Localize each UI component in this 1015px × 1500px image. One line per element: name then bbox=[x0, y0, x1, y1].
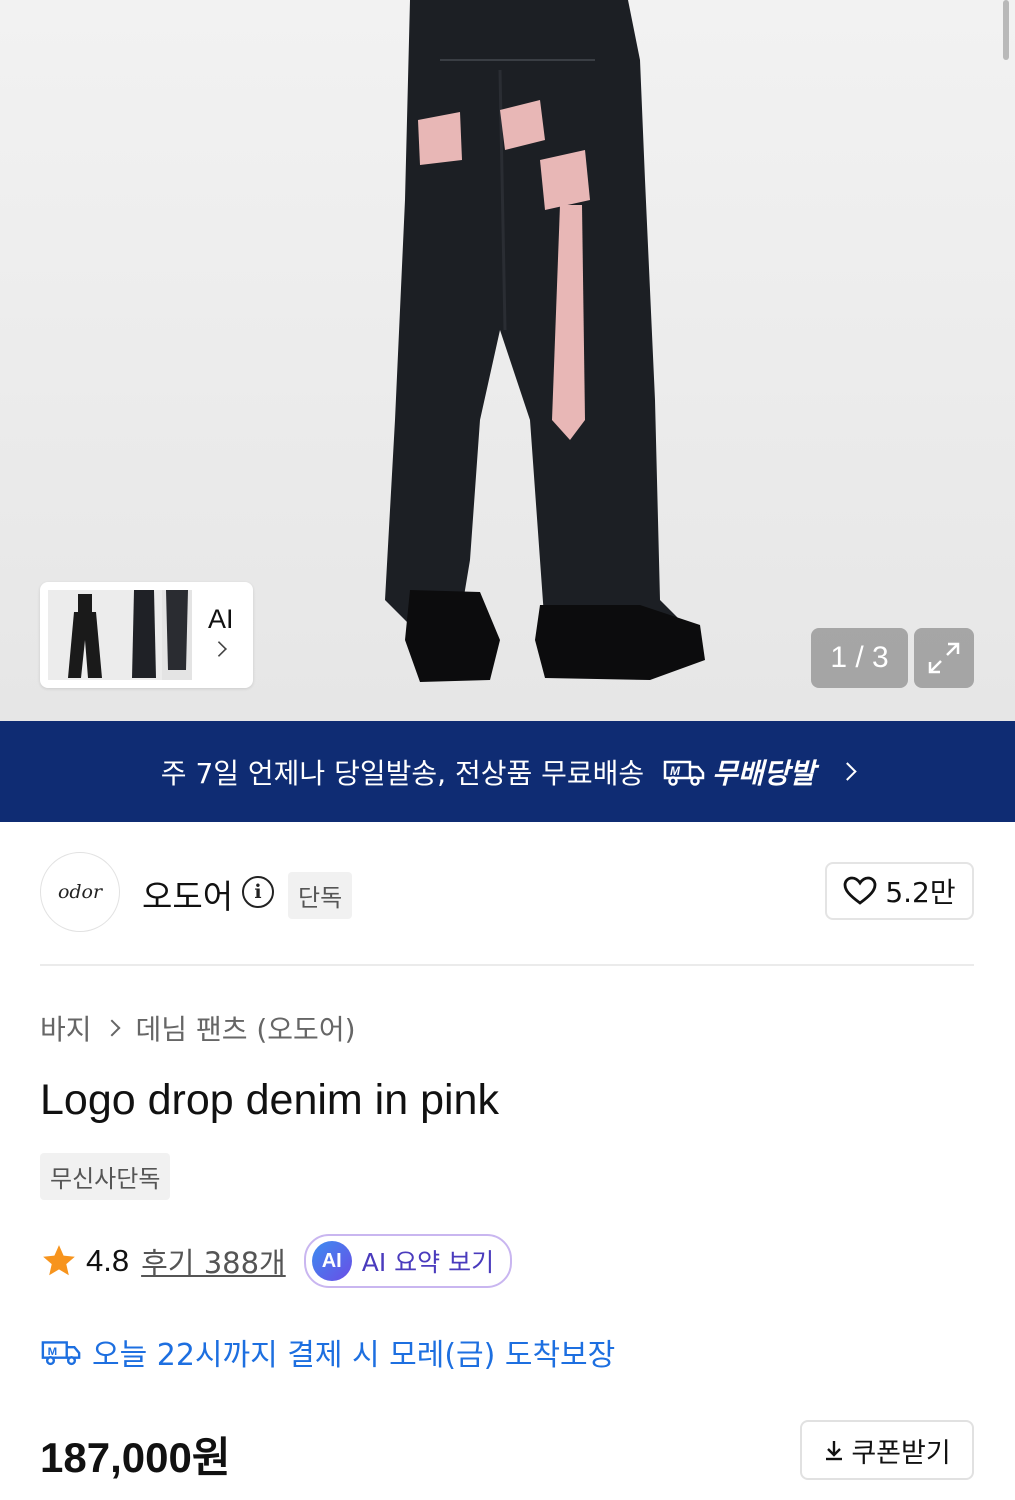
product-title: Logo drop denim in pink bbox=[40, 1076, 499, 1124]
ai-summary-label: AI 요약 보기 bbox=[361, 1248, 495, 1277]
delivery-truck-icon: M bbox=[663, 760, 705, 786]
coupon-label: 쿠폰받기 bbox=[851, 1437, 951, 1469]
breadcrumb-category[interactable]: 바지 bbox=[40, 1008, 92, 1048]
thumbnail-2[interactable] bbox=[126, 590, 162, 680]
image-counter: 1 / 3 bbox=[811, 628, 908, 688]
star-icon bbox=[43, 1245, 75, 1276]
svg-text:M: M bbox=[670, 764, 681, 778]
chevron-right-icon bbox=[838, 762, 857, 781]
musinsa-exclusive-badge: 무신사단독 bbox=[40, 1153, 171, 1200]
thumbnail-1[interactable] bbox=[48, 590, 128, 680]
ai-summary-button[interactable]: AI AI 요약 보기 bbox=[303, 1234, 513, 1288]
delivery-truck-icon: M bbox=[41, 1341, 81, 1366]
heart-icon bbox=[843, 876, 877, 905]
thumbnail-ai-label: AI bbox=[208, 604, 234, 634]
thumbnail-strip[interactable]: AI bbox=[40, 582, 253, 688]
coupon-button[interactable]: 쿠폰받기 bbox=[800, 1420, 974, 1480]
breadcrumb-subcategory[interactable]: 데님 팬츠 (오도어) bbox=[136, 1008, 356, 1048]
scrollbar[interactable] bbox=[1003, 0, 1009, 60]
product-image-gallery[interactable]: AI 1 / 3 bbox=[0, 0, 1015, 721]
brand-logo[interactable]: odor bbox=[40, 852, 120, 932]
free-shipping-badge: M 무배당발 bbox=[662, 752, 815, 792]
info-icon[interactable]: i bbox=[242, 876, 274, 908]
rating-score: 4.8 bbox=[86, 1243, 130, 1278]
rating-row: 4.8 후기 388개 AI AI 요약 보기 bbox=[40, 1234, 513, 1288]
chevron-right-icon[interactable] bbox=[211, 641, 227, 657]
delivery-guarantee: M 오늘 22시까지 결제 시 모레(금) 도착보장 bbox=[40, 1330, 615, 1374]
like-button[interactable]: 5.2만 bbox=[825, 862, 974, 920]
thumbnail-3[interactable] bbox=[162, 590, 192, 680]
expand-icon[interactable] bbox=[914, 628, 974, 688]
shipping-banner[interactable]: 주 7일 언제나 당일발송, 전상품 무료배송 M 무배당발 bbox=[0, 721, 1015, 822]
download-icon bbox=[826, 1441, 843, 1461]
divider bbox=[40, 964, 974, 966]
badge-label: 무배당발 bbox=[712, 756, 816, 790]
delivery-notice: 오늘 22시까지 결제 시 모레(금) 도착보장 bbox=[92, 1338, 616, 1373]
ai-icon: AI bbox=[311, 1241, 352, 1281]
shipping-message: 주 7일 언제나 당일발송, 전상품 무료배송 bbox=[160, 756, 645, 790]
breadcrumb: 바지 데님 팬츠 (오도어) bbox=[40, 1008, 356, 1048]
product-price: 187,000원 bbox=[40, 1434, 231, 1481]
brand-name[interactable]: 오도어 bbox=[142, 870, 233, 918]
like-count: 5.2만 bbox=[885, 876, 956, 909]
review-count-link[interactable]: 후기 388개 bbox=[141, 1240, 286, 1282]
brand-row: odor 오도어 i 단독 5.2만 bbox=[40, 852, 974, 932]
svg-text:M: M bbox=[48, 1346, 58, 1358]
chevron-right-icon bbox=[103, 1019, 121, 1037]
exclusive-tag: 단독 bbox=[288, 872, 353, 919]
